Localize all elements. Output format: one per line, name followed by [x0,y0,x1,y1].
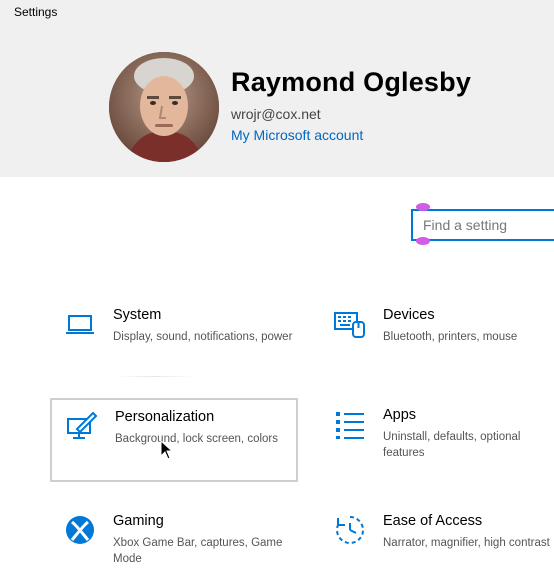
my-microsoft-account-link[interactable]: My Microsoft account [231,127,363,143]
tile-title: System [113,307,162,323]
xbox-icon [66,516,94,544]
selection-handle-top[interactable] [416,203,430,211]
tile-title: Apps [383,407,417,423]
tile-title: Gaming [113,513,164,529]
mouse-pointer-icon [160,440,174,460]
tile-title: Ease of Access [383,513,483,529]
personalization-icon [67,411,98,439]
tile-system[interactable]: System Display, sound, notifications, po… [50,298,298,382]
selection-handle-bottom[interactable] [416,237,430,245]
tile-description: Bluetooth, printers, mouse [383,331,518,343]
tile-apps[interactable]: Apps Uninstall, defaults, optional featu… [320,398,554,482]
avatar[interactable] [109,52,219,162]
user-name: Raymond Oglesby [231,67,472,97]
tile-description: Background, lock screen, colors [115,433,278,445]
tile-title: Personalization [115,409,215,425]
ease-of-access-icon [336,516,364,544]
tile-ease-of-access[interactable]: Ease of Access Narrator, magnifier, high… [320,504,554,588]
avatar-photo [109,52,219,162]
tile-description: Uninstall, defaults, optional features [383,431,521,459]
keyboard-devices-icon [334,312,365,338]
section-divider [115,376,195,377]
user-email: wrojr@cox.net [231,106,321,122]
search-placeholder: Find a setting [423,217,508,233]
tile-description: Xbox Game Bar, captures, Game Mode [113,537,283,565]
tile-gaming[interactable]: Gaming Xbox Game Bar, captures, Game Mod… [50,504,298,588]
laptop-icon [66,315,94,334]
apps-list-icon [336,412,364,439]
tile-description: Display, sound, notifications, power [113,331,293,343]
window-title: Settings [14,5,58,19]
tile-description: Narrator, magnifier, high contrast [383,537,550,549]
tile-title: Devices [383,307,435,323]
tile-personalization[interactable]: Personalization Background, lock screen,… [50,398,298,482]
search-input[interactable]: Find a setting [411,209,554,241]
tile-devices[interactable]: Devices Bluetooth, printers, mouse [320,298,554,382]
